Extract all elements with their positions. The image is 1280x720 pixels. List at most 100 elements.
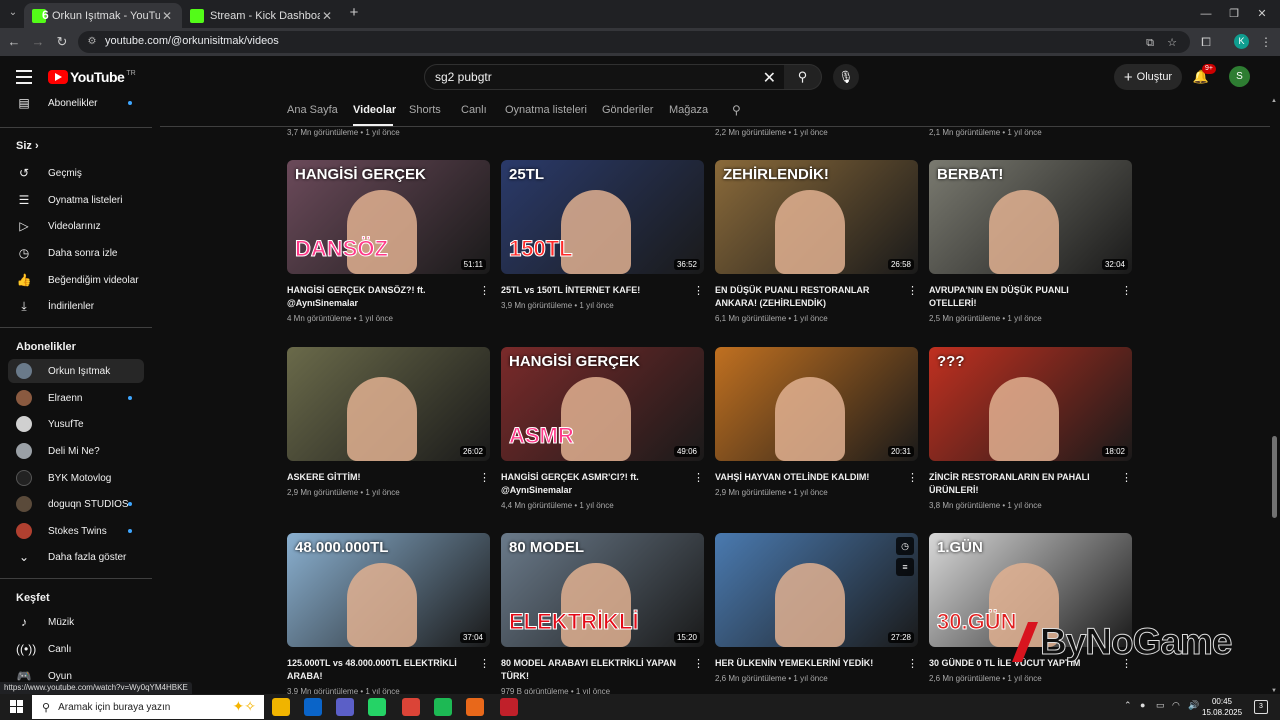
add-to-queue-icon[interactable]: ≡ (896, 558, 914, 576)
video-card[interactable]: 26:02 ASKERE GİTTİM! 2,9 Mn görüntüleme • … (287, 347, 491, 497)
sidebar-item-channel[interactable]: Elraenn (8, 386, 144, 410)
omnibox[interactable]: ⚙ youtube.com/@orkunisitmak/videos ⧉ ☆ (78, 31, 1190, 53)
teams-icon[interactable] (336, 698, 354, 716)
file-explorer-icon[interactable] (272, 698, 290, 716)
watch-later-icon[interactable]: ◷ (896, 537, 914, 555)
video-title[interactable]: 25TL vs 150TL İNTERNET KAFE! (501, 284, 687, 297)
video-thumbnail[interactable]: 80 MODEL ELEKTRİKLİ 15:20 (501, 533, 704, 647)
video-title[interactable]: HER ÜLKENİN YEMEKLERİNİ YEDİK! (715, 657, 901, 670)
back-icon[interactable]: ← (6, 34, 22, 50)
browser-tab-youtube[interactable]: 6 Orkun Işıtmak - YouTube ✕ (24, 3, 182, 28)
video-card[interactable]: HANGİSİ GERÇEK ASMR 49:06 HANGİSİ GERÇEK AS… (501, 347, 705, 510)
taskbar-clock[interactable]: 00:45 15.08.2025 (1202, 696, 1242, 718)
app-orange-icon[interactable] (466, 698, 484, 716)
more-actions-icon[interactable]: ⋮ (1121, 284, 1132, 297)
video-title[interactable]: ASKERE GİTTİM! (287, 471, 473, 484)
sidebar-item-your-videos[interactable]: ▷ Videolarınız (8, 214, 144, 238)
tab-videos[interactable]: Videolar (353, 104, 396, 116)
more-actions-icon[interactable]: ⋮ (479, 284, 490, 297)
clear-search-icon[interactable]: ✕ (763, 68, 776, 88)
more-actions-icon[interactable]: ⋮ (479, 657, 490, 670)
page-scrollbar[interactable]: ▲ ▼ (1270, 98, 1278, 694)
url-text[interactable]: youtube.com/@orkunisitmak/videos (105, 35, 279, 47)
video-thumbnail[interactable]: HANGİSİ GERÇEK ASMR 49:06 (501, 347, 704, 461)
sidebar-item-channel[interactable]: doguqn STUDIOS (8, 492, 144, 516)
tray-app-icon[interactable]: ▭ (1156, 700, 1165, 711)
browser-menu-icon[interactable]: ⋮ (1258, 34, 1274, 50)
volume-icon[interactable]: 🔊 (1188, 700, 1199, 711)
tab-playlists[interactable]: Oynatma listeleri (505, 104, 587, 116)
search-input[interactable]: sg2 pubgtr ✕ (424, 64, 785, 90)
tab-store[interactable]: Mağaza (669, 104, 708, 116)
sidebar-item-channel[interactable]: Deli Mi Ne? (8, 439, 144, 463)
sidebar-item-history[interactable]: ↺ Geçmiş (8, 161, 144, 185)
more-actions-icon[interactable]: ⋮ (479, 471, 490, 484)
menu-icon[interactable] (16, 70, 32, 84)
sidebar-item-channel[interactable]: Stokes Twins (8, 519, 144, 543)
more-actions-icon[interactable]: ⋮ (693, 284, 704, 297)
video-thumbnail[interactable]: ??? 18:02 (929, 347, 1132, 461)
tab-shorts[interactable]: Shorts (409, 104, 441, 116)
video-card[interactable]: ZEHİRLENDİK! 26:58 EN DÜŞÜK PUANLI RESTORA… (715, 160, 919, 323)
browser-tab-kick[interactable]: Stream - Kick Dashboard ✕ (182, 3, 342, 28)
video-card[interactable]: 48.000.000TL 37:04 125.000TL vs 48.000.000… (287, 533, 491, 696)
app-red-icon[interactable] (500, 698, 518, 716)
forward-icon[interactable]: → (30, 34, 46, 50)
site-info-icon[interactable]: ⚙ (86, 36, 98, 48)
browser-profile-avatar[interactable]: K (1234, 34, 1249, 49)
more-actions-icon[interactable]: ⋮ (907, 657, 918, 670)
youtube-logo[interactable]: YouTube TR (48, 69, 136, 85)
video-thumbnail[interactable]: 20:31 (715, 347, 918, 461)
video-card[interactable]: BERBAT! 32:04 AVRUPA'NIN EN DÜŞÜK PUANLI O… (929, 160, 1133, 323)
video-thumbnail[interactable]: 26:02 (287, 347, 490, 461)
tray-chevron-icon[interactable]: ⌃ (1124, 700, 1132, 711)
tab-close-icon[interactable]: ✕ (320, 9, 334, 23)
extensions-icon[interactable]: ⧠ (1198, 34, 1214, 50)
more-actions-icon[interactable]: ⋮ (907, 471, 918, 484)
channel-search-icon[interactable]: ⚲ (732, 103, 741, 117)
account-avatar[interactable]: S (1229, 66, 1250, 87)
sidebar-item-liked[interactable]: 👍 Beğendiğim videolar (8, 268, 144, 292)
tab-live[interactable]: Canlı (461, 104, 487, 116)
sidebar-item-music[interactable]: ♪ Müzik (8, 610, 144, 634)
video-title[interactable]: HANGİSİ GERÇEK ASMR'CI?! ft. @AynıSinema… (501, 471, 687, 497)
scroll-up-icon[interactable]: ▲ (1270, 98, 1278, 104)
video-thumbnail[interactable]: ZEHİRLENDİK! 26:58 (715, 160, 918, 274)
sidebar-item-channel[interactable]: YusufTe (8, 412, 144, 436)
outlook-icon[interactable] (304, 698, 322, 716)
tab-search-icon[interactable]: ⌄ (6, 6, 20, 20)
video-title[interactable]: AVRUPA'NIN EN DÜŞÜK PUANLI OTELLERİ! (929, 284, 1115, 310)
video-card[interactable]: 80 MODEL ELEKTRİKLİ 15:20 80 MODEL ARABAYI … (501, 533, 705, 696)
tab-home[interactable]: Ana Sayfa (287, 104, 338, 116)
sidebar-item-downloads[interactable]: ⤓ İndirilenler (8, 294, 144, 318)
video-card[interactable]: 27:28 ◷ ≡ HER ÜLKENİN YEMEKLERİNİ YEDİK! 2,6… (715, 533, 919, 683)
notifications-button[interactable]: 🔔 9+ (1192, 64, 1216, 86)
sidebar-item-channel[interactable]: Orkun Işıtmak (8, 359, 144, 383)
new-tab-button[interactable]: + (346, 5, 362, 21)
video-title[interactable]: 125.000TL vs 48.000.000TL ELEKTRİKLİ ARA… (287, 657, 473, 683)
video-title[interactable]: HANGİSİ GERÇEK DANSÖZ?! ft. @AynıSinemal… (287, 284, 473, 310)
windows-start-icon[interactable] (10, 700, 23, 713)
tray-mic-icon[interactable]: ● (1140, 700, 1145, 710)
search-button[interactable]: ⚲ (784, 64, 822, 90)
sidebar-item-playlists[interactable]: ☰ Oynatma listeleri (8, 188, 144, 212)
more-actions-icon[interactable]: ⋮ (693, 471, 704, 484)
video-thumbnail[interactable]: 25TL 150TL 36:52 (501, 160, 704, 274)
sidebar-item-live[interactable]: ((•)) Canlı (8, 637, 144, 661)
search-query[interactable]: sg2 pubgtr (435, 70, 492, 84)
video-thumbnail[interactable]: 48.000.000TL 37:04 (287, 533, 490, 647)
whatsapp-icon[interactable] (368, 698, 386, 716)
video-thumbnail[interactable]: BERBAT! 32:04 (929, 160, 1132, 274)
wifi-icon[interactable]: ◠ (1172, 700, 1180, 711)
you-heading[interactable]: Siz › (16, 140, 39, 152)
scrollbar-thumb[interactable] (1272, 436, 1277, 518)
tab-posts[interactable]: Gönderiler (602, 104, 653, 116)
sidebar-item-watch-later[interactable]: ◷ Daha sonra izle (8, 241, 144, 265)
video-title[interactable]: VAHŞİ HAYVAN OTELİNDE KALDIM! (715, 471, 901, 484)
reload-icon[interactable]: ↻ (54, 34, 70, 50)
more-actions-icon[interactable]: ⋮ (693, 657, 704, 670)
restore-button[interactable]: ❐ (1224, 6, 1244, 22)
video-thumbnail[interactable]: HANGİSİ GERÇEK DANSÖZ 51:11 (287, 160, 490, 274)
show-more-button[interactable]: ⌄ Daha fazla göster (8, 545, 144, 569)
create-button[interactable]: + Oluştur (1114, 64, 1182, 90)
